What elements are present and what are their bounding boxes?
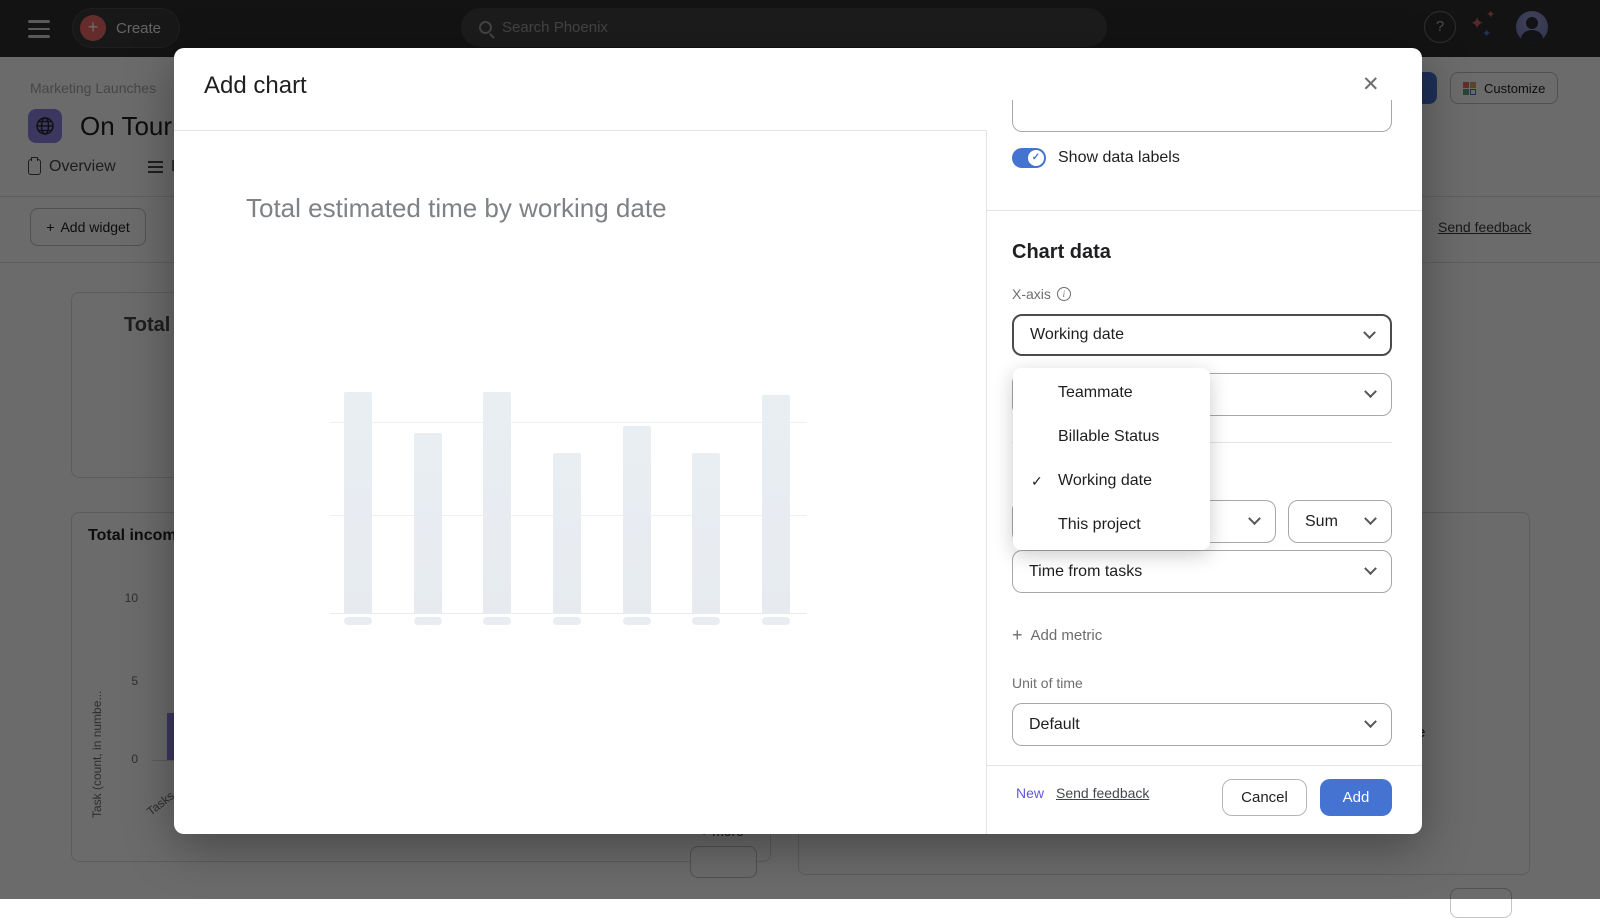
preview-bar bbox=[692, 453, 720, 613]
show-data-labels-toggle[interactable]: ✓ bbox=[1012, 148, 1046, 168]
chevron-down-icon bbox=[1248, 512, 1261, 525]
preview-bar bbox=[623, 426, 651, 613]
metric-dropdown[interactable]: Time from tasks bbox=[1012, 550, 1392, 593]
add-button[interactable]: Add bbox=[1320, 779, 1392, 816]
x-axis-options-menu: Teammate Billable Status ✓Working date This… bbox=[1013, 368, 1210, 550]
chevron-down-icon bbox=[1364, 385, 1377, 398]
check-icon: ✓ bbox=[1031, 473, 1058, 490]
plus-icon: + bbox=[1012, 625, 1023, 646]
x-axis-field-label: X-axis i bbox=[1012, 286, 1071, 302]
modal-title: Add chart bbox=[204, 72, 307, 100]
add-metric-button[interactable]: + Add metric bbox=[1012, 625, 1102, 646]
x-label-pill bbox=[553, 617, 581, 625]
preview-bar bbox=[762, 395, 790, 613]
chevron-down-icon bbox=[1364, 715, 1377, 728]
x-label-pill bbox=[483, 617, 511, 625]
menu-item-billable-status[interactable]: Billable Status bbox=[1013, 415, 1210, 459]
toggle-check-icon: ✓ bbox=[1028, 150, 1044, 166]
x-label-pill bbox=[623, 617, 651, 625]
divider bbox=[174, 130, 986, 131]
menu-item-label: Teammate bbox=[1058, 384, 1133, 402]
toggle-label: Show data labels bbox=[1058, 149, 1180, 167]
preview-bar bbox=[483, 392, 511, 613]
chart-preview-x-labels bbox=[344, 617, 790, 625]
x-axis-dropdown[interactable]: Working date bbox=[1012, 314, 1392, 356]
menu-item-label: This project bbox=[1058, 516, 1141, 534]
menu-item-working-date[interactable]: ✓Working date bbox=[1013, 459, 1210, 503]
close-icon[interactable]: ✕ bbox=[1362, 74, 1380, 95]
send-feedback-link[interactable]: Send feedback bbox=[1056, 785, 1149, 801]
preview-bar bbox=[553, 453, 581, 613]
divider bbox=[986, 130, 987, 834]
menu-item-label: Billable Status bbox=[1058, 428, 1159, 446]
chevron-down-icon bbox=[1364, 512, 1377, 525]
x-label-pill bbox=[344, 617, 372, 625]
x-label-pill bbox=[762, 617, 790, 625]
new-badge: New bbox=[1016, 785, 1044, 801]
preview-bar bbox=[414, 433, 442, 613]
preview-bar bbox=[344, 392, 372, 613]
chart-title-input[interactable] bbox=[1012, 100, 1392, 132]
cancel-button[interactable]: Cancel bbox=[1222, 779, 1307, 816]
menu-item-this-project[interactable]: This project bbox=[1013, 503, 1210, 547]
aggregation-dropdown[interactable]: Sum bbox=[1288, 500, 1392, 543]
chevron-down-icon bbox=[1363, 326, 1376, 339]
chart-preview-title: Total estimated time by working date bbox=[246, 193, 667, 224]
info-icon[interactable]: i bbox=[1057, 287, 1071, 301]
section-heading: Chart data bbox=[1012, 241, 1111, 264]
gridline bbox=[330, 613, 807, 614]
unit-of-time-dropdown[interactable]: Default bbox=[1012, 703, 1392, 746]
divider bbox=[987, 210, 1422, 211]
x-label-pill bbox=[414, 617, 442, 625]
menu-item-label: Working date bbox=[1058, 472, 1152, 490]
chart-preview-bars bbox=[344, 388, 790, 613]
add-chart-modal: Add chart ✕ Total estimated time by work… bbox=[174, 48, 1422, 834]
divider bbox=[986, 765, 1422, 766]
menu-item-teammate[interactable]: Teammate bbox=[1013, 371, 1210, 415]
x-label-pill bbox=[692, 617, 720, 625]
chevron-down-icon bbox=[1364, 562, 1377, 575]
unit-of-time-label: Unit of time bbox=[1012, 675, 1083, 691]
